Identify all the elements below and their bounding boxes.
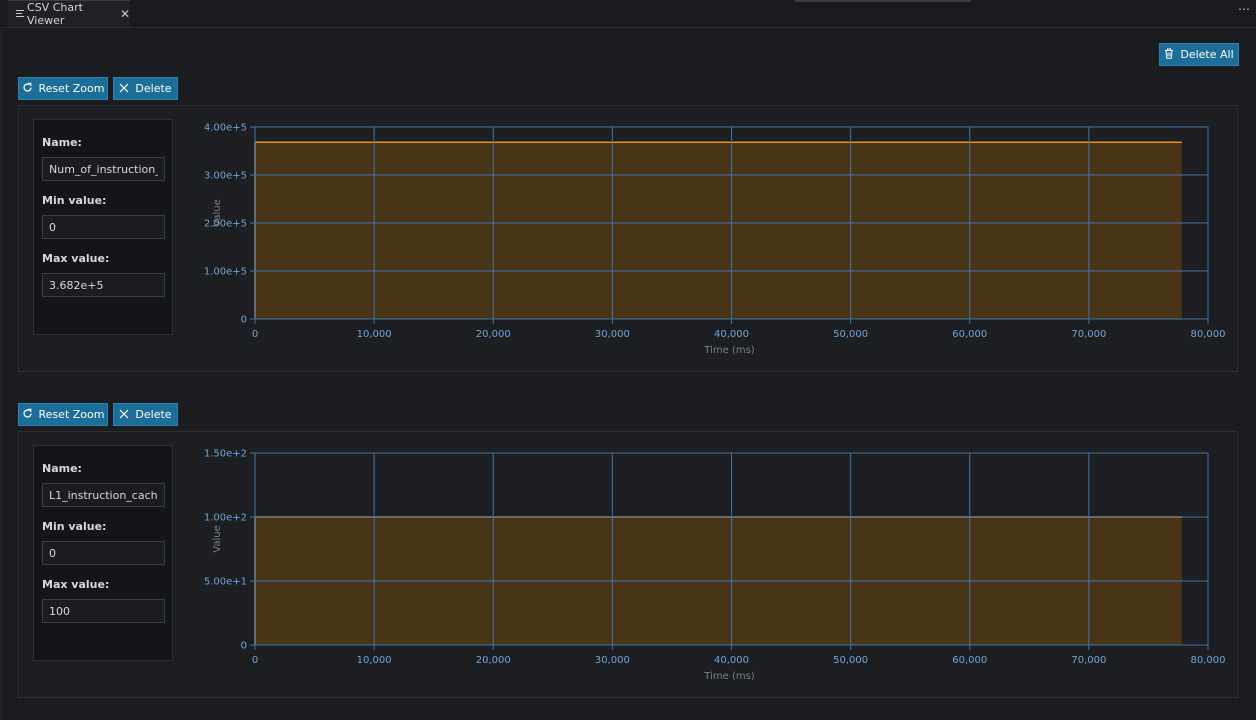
delete-all-button[interactable]: Delete All xyxy=(1159,43,1239,66)
reset-zoom-button[interactable]: Reset Zoom xyxy=(18,77,108,100)
x-tick-label: 70,000 xyxy=(1071,329,1106,340)
more-actions-icon[interactable]: ⋯ xyxy=(1238,2,1250,16)
x-tick-label: 10,000 xyxy=(357,329,392,340)
name-field[interactable] xyxy=(42,157,165,181)
max-value-field[interactable] xyxy=(42,273,165,297)
y-tick-label: 1.00e+5 xyxy=(204,267,247,278)
series-info-box: Name: Min value: Max value: xyxy=(33,119,173,335)
min-value-field[interactable] xyxy=(42,541,165,565)
name-label: Name: xyxy=(42,462,82,475)
name-field[interactable] xyxy=(42,483,165,507)
y-tick-label: 4.00e+5 xyxy=(204,123,247,134)
y-tick-label: 1.50e+2 xyxy=(204,449,247,460)
max-value-label: Max value: xyxy=(42,578,110,591)
series-info-box: Name: Min value: Max value: xyxy=(33,445,173,661)
area-fill xyxy=(255,142,1182,319)
y-axis-label: Value xyxy=(212,525,223,552)
preview-icon xyxy=(16,10,24,18)
x-tick-label: 0 xyxy=(252,329,258,340)
max-value-label: Max value: xyxy=(42,252,110,265)
chart-panel-1: Name: Min value: Max value: 0 10,000 20,00… xyxy=(18,105,1238,372)
delete-chart-label: Delete xyxy=(135,82,172,95)
x-tick-label: 80,000 xyxy=(1191,329,1226,340)
side-border xyxy=(0,27,3,720)
max-value-field[interactable] xyxy=(42,599,165,623)
delete-chart-label: Delete xyxy=(135,408,172,421)
x-axis-label: Time (ms) xyxy=(703,345,755,356)
x-tick-label: 50,000 xyxy=(833,655,868,666)
y-tick-label: 5.00e+1 xyxy=(204,577,247,588)
x-tick-label: 60,000 xyxy=(952,655,987,666)
x-tick-label: 20,000 xyxy=(476,655,511,666)
x-tick-label: 30,000 xyxy=(595,655,630,666)
trash-icon xyxy=(1164,48,1174,61)
tab-bar: CSV Chart Viewer ✕ ⋯ xyxy=(0,0,1256,28)
refresh-icon xyxy=(22,408,33,421)
name-label: Name: xyxy=(42,136,82,149)
min-value-label: Min value: xyxy=(42,194,107,207)
x-tick-label: 80,000 xyxy=(1191,655,1226,666)
close-icon[interactable]: ✕ xyxy=(120,7,130,21)
x-tick-label: 10,000 xyxy=(357,655,392,666)
area-chart-2[interactable]: 0 10,000 20,000 30,000 40,000 50,000 60,000 70,… xyxy=(189,442,1229,692)
close-icon xyxy=(119,83,129,95)
refresh-icon xyxy=(22,82,33,95)
y-tick-label: 2.00e+5 xyxy=(204,219,247,230)
x-tick-label: 40,000 xyxy=(714,329,749,340)
x-tick-label: 50,000 xyxy=(833,329,868,340)
x-tick-label: 60,000 xyxy=(952,329,987,340)
x-axis-label: Time (ms) xyxy=(703,671,755,682)
delete-chart-button[interactable]: Delete xyxy=(113,77,178,100)
close-icon xyxy=(119,409,129,421)
x-tick-label: 30,000 xyxy=(595,329,630,340)
y-tick-label: 1.00e+2 xyxy=(204,513,247,524)
reset-zoom-label: Reset Zoom xyxy=(38,408,105,421)
tab-csv-chart-viewer[interactable]: CSV Chart Viewer ✕ xyxy=(8,0,130,27)
scroll-indicator xyxy=(795,0,971,2)
y-tick-label: 0 xyxy=(241,641,247,652)
x-tick-label: 40,000 xyxy=(714,655,749,666)
reset-zoom-label: Reset Zoom xyxy=(38,82,105,95)
min-value-label: Min value: xyxy=(42,520,107,533)
x-tick-label: 20,000 xyxy=(476,329,511,340)
delete-chart-button[interactable]: Delete xyxy=(113,403,178,426)
y-axis-label: Value xyxy=(212,199,223,226)
min-value-field[interactable] xyxy=(42,215,165,239)
delete-all-label: Delete All xyxy=(1180,48,1234,61)
y-tick-label: 0 xyxy=(241,315,247,326)
x-tick-label: 0 xyxy=(252,655,258,666)
y-tick-label: 3.00e+5 xyxy=(204,171,247,182)
chart-panel-2: Name: Min value: Max value: 0 10,000 20,00… xyxy=(18,431,1238,698)
area-chart-1[interactable]: 0 10,000 20,000 30,000 40,000 50,000 60,000 70,… xyxy=(189,116,1229,366)
reset-zoom-button[interactable]: Reset Zoom xyxy=(18,403,108,426)
tab-title: CSV Chart Viewer xyxy=(27,1,83,27)
x-tick-label: 70,000 xyxy=(1071,655,1106,666)
